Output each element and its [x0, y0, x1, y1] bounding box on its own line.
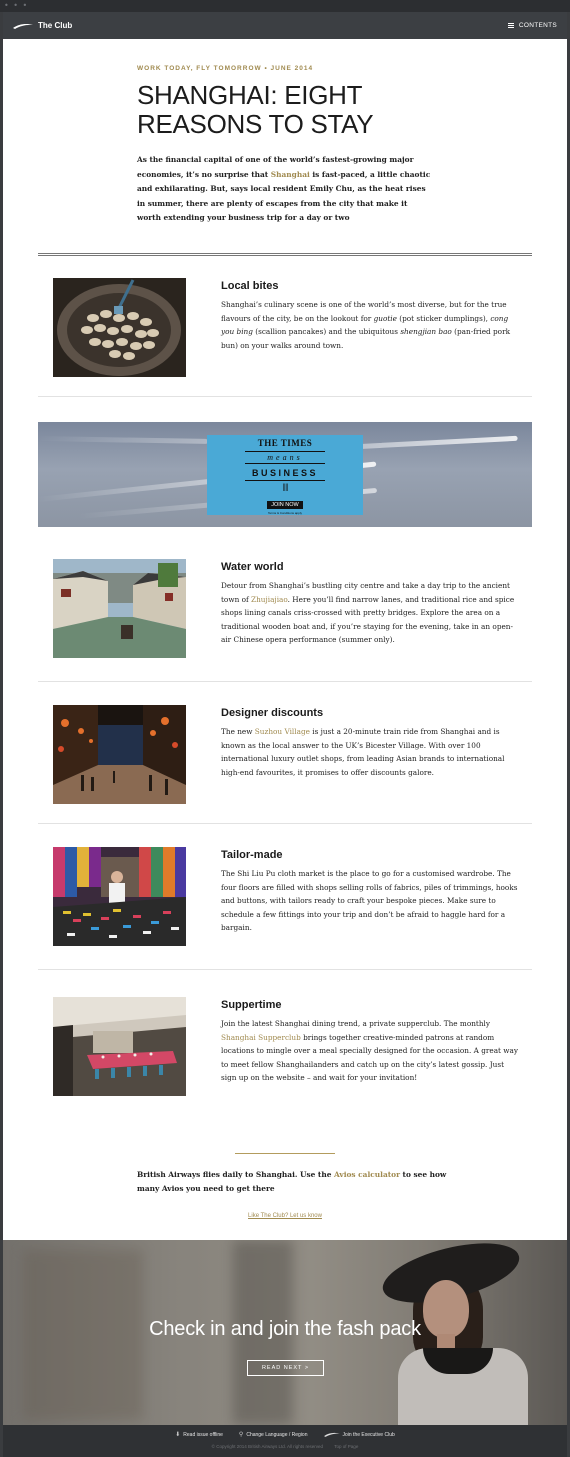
download-icon: ⬇ — [175, 1432, 181, 1438]
footer-link-label: Join the Executive Club — [342, 1431, 395, 1438]
section-suppertime: Suppertime Join the latest Shanghai dini… — [53, 997, 523, 1096]
section-body: Suppertime Join the latest Shanghai dini… — [221, 997, 521, 1096]
ad-terms: Terms & Conditions apply — [267, 511, 302, 515]
text-em: guotie — [373, 313, 397, 323]
ad-business: BUSINESS — [251, 468, 318, 478]
top-of-page-link[interactable]: Top of Page — [334, 1444, 358, 1449]
section-title: Suppertime — [221, 999, 282, 1011]
outro-paragraph: British Airways flies daily to Shanghai.… — [137, 1168, 447, 1196]
speedmarque-icon — [13, 23, 33, 29]
contrail — [38, 436, 209, 444]
dumplings-image — [53, 278, 186, 377]
join-now-button[interactable]: JOIN NOW — [267, 501, 303, 509]
contents-label: CONTENTS — [518, 22, 557, 29]
title-line-2: REASONS TO STAY — [137, 109, 374, 139]
zhujiajiao-link[interactable]: Zhujiajiao — [251, 595, 288, 604]
section-designer-discounts: Designer discounts The new Suzhou Villag… — [53, 705, 523, 804]
gold-rule — [235, 1153, 335, 1154]
copyright-text: © Copyright 2014 British Airways Ltd. Al… — [211, 1444, 324, 1449]
ad-means: means — [245, 451, 325, 464]
divider — [38, 969, 532, 970]
footer-link-label: Read issue offline — [183, 1431, 223, 1438]
canal-town-image — [53, 559, 186, 658]
speedmarque-icon — [323, 1432, 340, 1437]
location-pin-icon: ⚲ — [238, 1432, 244, 1438]
section-body: Local bites Shanghai’s culinary scene is… — [221, 278, 521, 377]
section-body: Water world Detour from Shanghai’s bustl… — [221, 559, 521, 658]
section-text: Shanghai’s culinary scene is one of the … — [221, 298, 521, 352]
kicker: WORK TODAY, FLY TOMORROW • JUNE 2014 — [137, 65, 314, 72]
barcode-icon: |||| — [282, 483, 288, 491]
footer-link-label: Change Language / Region — [246, 1431, 308, 1438]
feedback-link[interactable]: Like The Club? Let us know — [3, 1213, 567, 1219]
footer-bar: ⬇ Read issue offline ⚲ Change Language / R… — [3, 1425, 567, 1457]
read-offline-link[interactable]: ⬇ Read issue offline — [175, 1431, 223, 1439]
times-business-ad[interactable]: THE TIMES means BUSINESS |||| JOIN NOW T… — [38, 422, 532, 527]
section-title: Local bites — [221, 280, 279, 292]
text-em: shengjian bao — [400, 327, 452, 337]
shanghai-link[interactable]: Shanghai — [271, 170, 310, 179]
section-title: Tailor-made — [221, 849, 283, 861]
page-title: SHANGHAI: EIGHT REASONS TO STAY — [137, 81, 433, 139]
text-run: British Airways flies daily to Shanghai.… — [137, 1170, 334, 1179]
brand-logo[interactable]: The Club — [13, 21, 72, 30]
section-text: The Shi Liu Pu cloth market is the place… — [221, 869, 518, 933]
next-article-banner: Check in and join the fash pack READ NEX… — [3, 1240, 567, 1425]
copyright-row: © Copyright 2014 British Airways Ltd. Al… — [3, 1444, 567, 1449]
text-run: (scallion pancakes) and the ubiquitous — [252, 327, 401, 337]
divider — [38, 396, 532, 397]
top-bar: The Club CONTENTS — [3, 12, 567, 39]
supperclub-link[interactable]: Shanghai Supperclub — [221, 1033, 301, 1042]
section-text: Join the latest Shanghai dining trend, a… — [221, 1017, 521, 1085]
section-divider-top — [38, 253, 532, 254]
executive-club-link[interactable]: Join the Executive Club — [323, 1431, 395, 1438]
intro-paragraph: As the financial capital of one of the w… — [137, 153, 433, 226]
ad-rule — [245, 480, 325, 481]
section-water-world: Water world Detour from Shanghai’s bustl… — [53, 559, 523, 658]
section-body: Tailor-made The Shi Liu Pu cloth market … — [221, 847, 521, 946]
suzhou-village-image — [53, 705, 186, 804]
section-local-bites: Local bites Shanghai’s culinary scene is… — [53, 278, 523, 377]
section-title: Designer discounts — [221, 707, 324, 719]
title-line-1: SHANGHAI: EIGHT — [137, 80, 363, 110]
ad-times-logo: THE TIMES — [257, 438, 313, 448]
section-text: Detour from Shanghai’s bustling city cen… — [221, 579, 521, 647]
text-run: The new — [221, 727, 255, 736]
text-run: Join the latest Shanghai dining trend, a… — [221, 1019, 491, 1028]
window-dots: • • • — [4, 1, 29, 10]
text-run: (pot sticker dumplings), — [396, 313, 491, 323]
suzhou-village-link[interactable]: Suzhou Village — [255, 727, 310, 736]
banner-headline: Check in and join the fash pack — [149, 1318, 421, 1340]
divider — [38, 823, 532, 824]
divider — [38, 681, 532, 682]
read-next-button[interactable]: READ NEXT > — [247, 1360, 324, 1376]
ad-panel: THE TIMES means BUSINESS |||| JOIN NOW T… — [207, 435, 363, 515]
supperclub-image — [53, 997, 186, 1096]
page-frame: The Club CONTENTS WORK TODAY, FLY TOMORR… — [3, 12, 567, 1457]
section-tailor-made: Tailor-made The Shi Liu Pu cloth market … — [53, 847, 523, 946]
cloth-market-image — [53, 847, 186, 946]
window-chrome: • • • — [0, 0, 570, 12]
section-body: Designer discounts The new Suzhou Villag… — [221, 705, 521, 804]
contents-menu-button[interactable]: CONTENTS — [507, 22, 557, 29]
brand-name: The Club — [38, 21, 73, 30]
section-text: The new Suzhou Village is just a 20-minu… — [221, 725, 521, 779]
hamburger-icon — [507, 22, 514, 29]
footer-links: ⬇ Read issue offline ⚲ Change Language / R… — [3, 1431, 567, 1439]
section-divider-top-2 — [38, 255, 532, 256]
section-title: Water world — [221, 561, 284, 573]
change-language-link[interactable]: ⚲ Change Language / Region — [238, 1431, 308, 1439]
article-hero: WORK TODAY, FLY TOMORROW • JUNE 2014 SHA… — [3, 39, 433, 226]
avios-calculator-link[interactable]: Avios calculator — [334, 1170, 400, 1179]
